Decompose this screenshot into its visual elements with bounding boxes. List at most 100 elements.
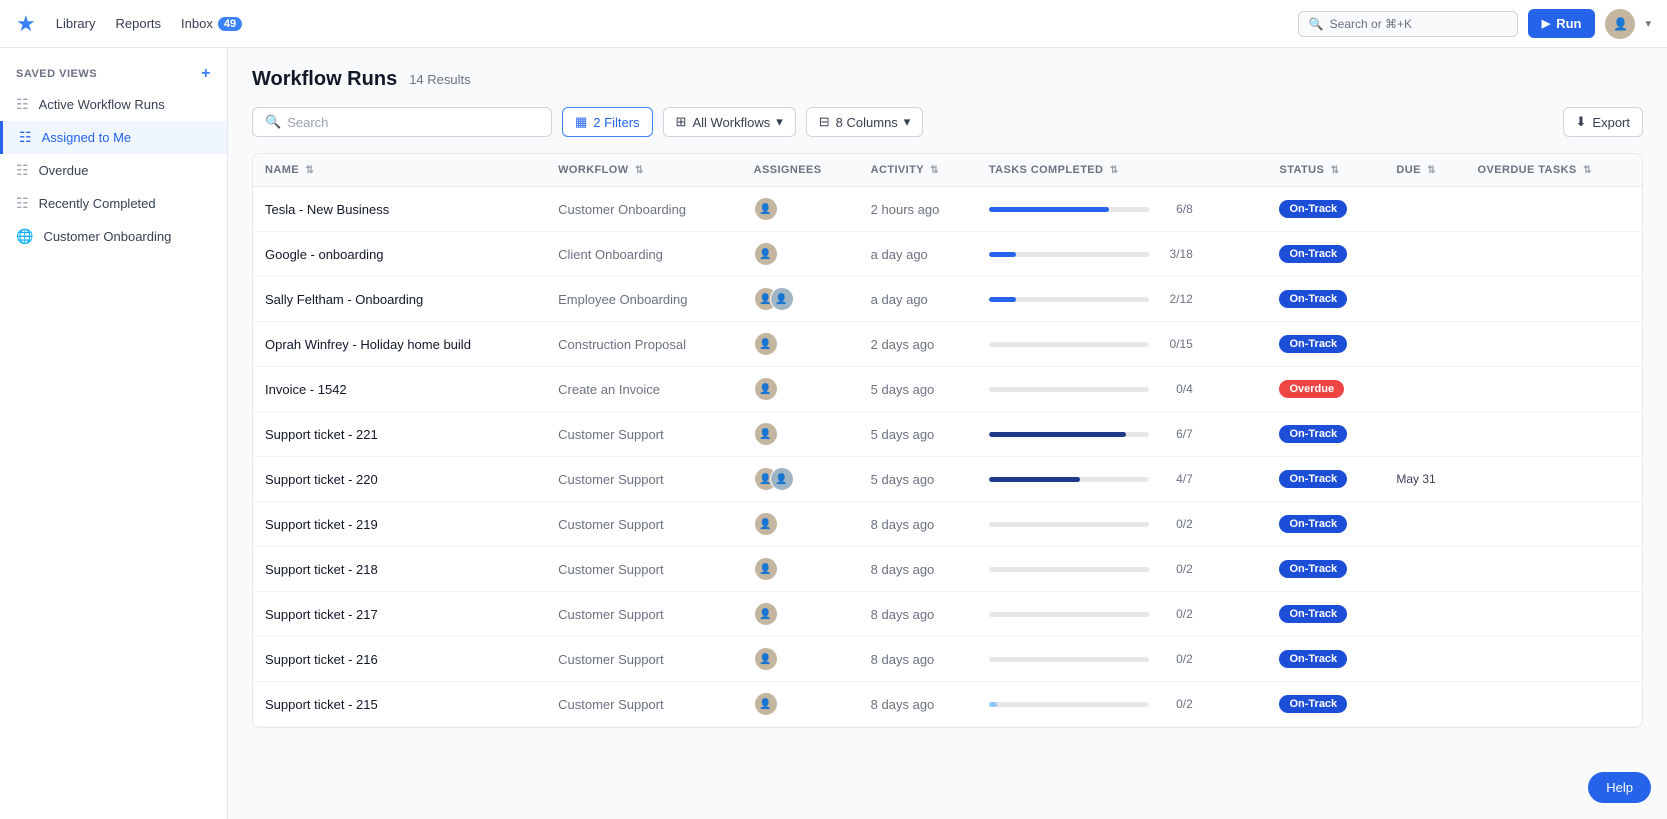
nav-library[interactable]: Library	[56, 16, 96, 31]
table-row[interactable]: Support ticket - 217 Customer Support 👤 …	[253, 592, 1642, 637]
search-icon: 🔍	[1309, 17, 1324, 31]
nav-reports[interactable]: Reports	[115, 16, 161, 31]
tasks-count: 6/8	[1157, 202, 1193, 216]
row-workflow: Customer Support	[546, 457, 742, 502]
table-row[interactable]: Oprah Winfrey - Holiday home build Const…	[253, 322, 1642, 367]
nav-inbox[interactable]: Inbox	[181, 16, 213, 31]
table-row[interactable]: Support ticket - 221 Customer Support 👤 …	[253, 412, 1642, 457]
sidebar-item-customer-onboarding[interactable]: 🌐 Customer Onboarding	[0, 220, 227, 253]
progress-bar-wrapper	[989, 252, 1149, 257]
row-overdue-tasks	[1466, 547, 1642, 592]
col-name[interactable]: NAME ⇅	[253, 154, 546, 187]
user-avatar[interactable]: 👤	[1605, 9, 1635, 39]
toolbar-right: ⬇ Export	[1563, 107, 1643, 137]
row-tasks: 2/12	[977, 277, 1268, 322]
table-row[interactable]: Google - onboarding Client Onboarding 👤 …	[253, 232, 1642, 277]
sidebar-item-assigned-to-me[interactable]: ☷ Assigned to Me	[0, 121, 227, 154]
avatar-dropdown-icon[interactable]: ▾	[1645, 17, 1651, 30]
table-row[interactable]: Support ticket - 216 Customer Support 👤 …	[253, 637, 1642, 682]
filters-button[interactable]: ▦ 2 Filters	[562, 107, 653, 137]
row-activity: 8 days ago	[859, 502, 977, 547]
progress-bar-wrapper	[989, 702, 1149, 707]
inbox-badge: 49	[218, 17, 242, 31]
status-badge: On-Track	[1279, 695, 1347, 713]
row-name: Support ticket - 215	[253, 682, 546, 727]
table-row[interactable]: Support ticket - 218 Customer Support 👤 …	[253, 547, 1642, 592]
help-button[interactable]: Help	[1588, 772, 1651, 803]
row-due	[1384, 682, 1465, 727]
col-overdue-tasks[interactable]: OVERDUE TASKS ⇅	[1466, 154, 1642, 187]
row-name: Support ticket - 219	[253, 502, 546, 547]
table-row[interactable]: Support ticket - 219 Customer Support 👤 …	[253, 502, 1642, 547]
row-workflow: Customer Onboarding	[546, 187, 742, 232]
workflow-sort-icon[interactable]: ⇅	[635, 165, 644, 176]
status-badge: On-Track	[1279, 650, 1347, 668]
tasks-sort-icon[interactable]: ⇅	[1110, 165, 1119, 176]
run-play-icon: ▶	[1542, 17, 1550, 30]
progress-bar-wrapper	[989, 522, 1149, 527]
col-tasks-completed[interactable]: TASKS COMPLETED ⇅	[977, 154, 1268, 187]
row-overdue-tasks	[1466, 637, 1642, 682]
col-assignees: ASSIGNEES	[742, 154, 859, 187]
table-row[interactable]: Support ticket - 220 Customer Support 👤👤…	[253, 457, 1642, 502]
table-search-input[interactable]: 🔍 Search	[252, 107, 552, 137]
row-due	[1384, 637, 1465, 682]
progress-bar-fill	[989, 477, 1080, 482]
sidebar-item-active-workflow-runs[interactable]: ☷ Active Workflow Runs	[0, 88, 227, 121]
app-logo[interactable]: ★	[16, 11, 36, 37]
table-row[interactable]: Invoice - 1542 Create an Invoice 👤 5 day…	[253, 367, 1642, 412]
name-sort-icon[interactable]: ⇅	[305, 165, 314, 176]
assignee-avatars: 👤	[754, 242, 847, 266]
table-header-row: NAME ⇅ WORKFLOW ⇅ ASSIGNEES ACTIVITY ⇅ T…	[253, 154, 1642, 187]
progress-bar-wrapper	[989, 297, 1149, 302]
col-activity[interactable]: ACTIVITY ⇅	[859, 154, 977, 187]
table-row[interactable]: Sally Feltham - Onboarding Employee Onbo…	[253, 277, 1642, 322]
row-tasks: 0/15	[977, 322, 1268, 367]
run-button[interactable]: ▶ Run	[1528, 9, 1596, 38]
row-due	[1384, 187, 1465, 232]
table-row[interactable]: Tesla - New Business Customer Onboarding…	[253, 187, 1642, 232]
row-status: On-Track	[1267, 322, 1384, 367]
progress-bar-wrapper	[989, 567, 1149, 572]
sidebar-items: ☷ Active Workflow Runs ☷ Assigned to Me …	[0, 88, 227, 253]
table-row[interactable]: Support ticket - 215 Customer Support 👤 …	[253, 682, 1642, 727]
col-due[interactable]: DUE ⇅	[1384, 154, 1465, 187]
topnav: ★ Library Reports Inbox 49 🔍 Search or ⌘…	[0, 0, 1667, 48]
global-search[interactable]: 🔍 Search or ⌘+K	[1298, 11, 1518, 37]
sidebar: SAVED VIEWS + ☷ Active Workflow Runs ☷ A…	[0, 48, 228, 819]
status-badge: On-Track	[1279, 245, 1347, 263]
row-assignees: 👤	[742, 637, 859, 682]
overdue-sort-icon[interactable]: ⇅	[1583, 165, 1592, 176]
row-status: On-Track	[1267, 502, 1384, 547]
add-saved-view-button[interactable]: +	[201, 66, 211, 82]
table-body: Tesla - New Business Customer Onboarding…	[253, 187, 1642, 727]
sidebar-item-recently-completed[interactable]: ☷ Recently Completed	[0, 187, 227, 220]
row-name: Support ticket - 216	[253, 637, 546, 682]
row-workflow: Customer Support	[546, 682, 742, 727]
sidebar-item-label: Customer Onboarding	[43, 229, 171, 244]
activity-sort-icon[interactable]: ⇅	[930, 165, 939, 176]
col-status[interactable]: STATUS ⇅	[1267, 154, 1384, 187]
status-sort-icon[interactable]: ⇅	[1331, 165, 1340, 176]
row-tasks: 0/2	[977, 682, 1268, 727]
workflows-filter-button[interactable]: ⊞ All Workflows ▾	[663, 107, 796, 137]
sidebar-item-label: Overdue	[39, 163, 89, 178]
row-due: May 31	[1384, 457, 1465, 502]
row-workflow: Customer Support	[546, 637, 742, 682]
row-workflow: Create an Invoice	[546, 367, 742, 412]
export-button[interactable]: ⬇ Export	[1563, 107, 1643, 137]
table: NAME ⇅ WORKFLOW ⇅ ASSIGNEES ACTIVITY ⇅ T…	[253, 154, 1642, 727]
col-workflow[interactable]: WORKFLOW ⇅	[546, 154, 742, 187]
progress-bar-wrapper	[989, 387, 1149, 392]
sidebar-item-overdue[interactable]: ☷ Overdue	[0, 154, 227, 187]
sidebar-item-label: Active Workflow Runs	[39, 97, 165, 112]
row-overdue-tasks	[1466, 682, 1642, 727]
assignee-avatars: 👤	[754, 512, 847, 536]
due-sort-icon[interactable]: ⇅	[1427, 165, 1436, 176]
toolbar: 🔍 Search ▦ 2 Filters ⊞ All Workflows ▾ ⊟…	[252, 107, 1643, 137]
sidebar-item-icon: ☷	[16, 96, 29, 113]
nav-inbox-container: Inbox 49	[181, 16, 242, 31]
export-label: Export	[1592, 115, 1630, 130]
row-workflow: Employee Onboarding	[546, 277, 742, 322]
columns-button[interactable]: ⊟ 8 Columns ▾	[806, 107, 924, 137]
